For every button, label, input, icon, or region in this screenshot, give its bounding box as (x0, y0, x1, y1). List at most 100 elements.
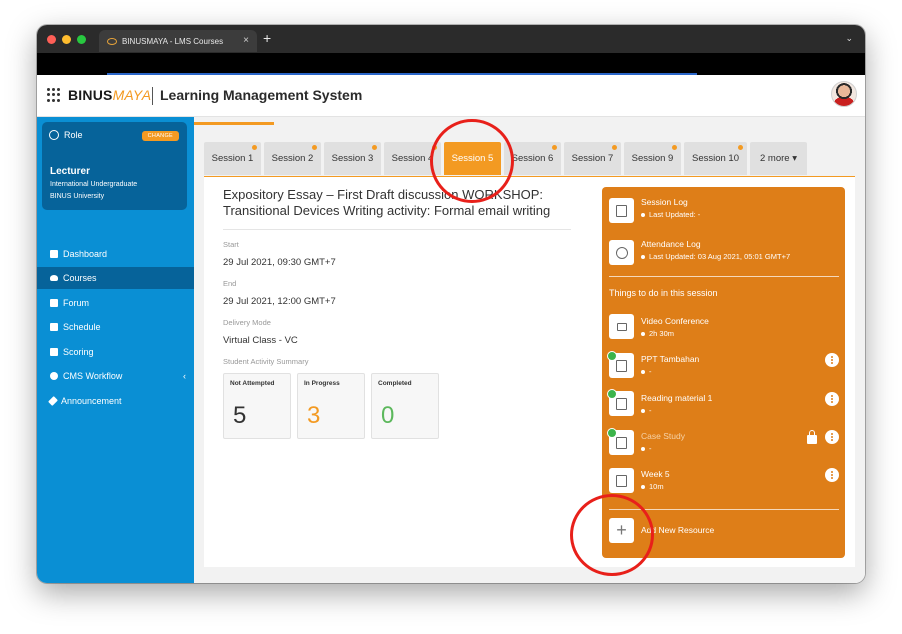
video-camera-icon[interactable] (609, 314, 634, 339)
unread-dot (372, 145, 377, 150)
tab-more-sessions[interactable]: 2 more ▾ (750, 142, 807, 175)
minimize-window-button[interactable] (62, 35, 71, 44)
stat-value: 3 (307, 402, 321, 429)
unread-dot (672, 145, 677, 150)
resource-title[interactable]: Reading material 1 (641, 393, 712, 403)
stat-value: 0 (381, 402, 395, 429)
chevron-left-icon[interactable]: ‹ (183, 371, 186, 381)
session-tabs: Session 1 Session 2 Session 3 Session 4 … (194, 141, 865, 177)
close-window-button[interactable] (47, 35, 56, 44)
more-options-icon[interactable] (825, 468, 839, 482)
delivery-mode-label: Delivery Mode (223, 318, 271, 327)
session-content-card: Expository Essay – First Draft discussio… (204, 177, 855, 567)
role-card: Role CHANGE Lecturer International Under… (42, 122, 187, 210)
annotation-circle-session-5 (430, 119, 514, 203)
tab-session-3[interactable]: Session 3 (324, 142, 381, 175)
unread-dot (552, 145, 557, 150)
more-options-icon[interactable] (825, 392, 839, 406)
resource-duration: - (641, 444, 652, 453)
sidebar-item-label: CMS Workflow (63, 371, 123, 381)
stat-in-progress: In Progress 3 (297, 373, 365, 439)
sidebar-item-label: Forum (63, 298, 90, 308)
tab-session-2[interactable]: Session 2 (264, 142, 321, 175)
page-accent-underline (194, 122, 274, 125)
sidebar-item-dashboard[interactable]: Dashboard (37, 243, 194, 265)
main-area: Session 1 Session 2 Session 3 Session 4 … (194, 117, 865, 583)
browser-titlebar: BINUSMAYA - LMS Courses × + ⌄ (37, 25, 865, 53)
sidebar-item-forum[interactable]: Forum (37, 292, 194, 314)
stat-label: Completed (378, 380, 412, 387)
dashboard-icon (50, 250, 58, 258)
sidebar-item-label: Announcement (61, 396, 122, 406)
stat-label: Not Attempted (230, 380, 275, 387)
tab-label: Session 2 (271, 153, 314, 164)
tab-label: Session 6 (511, 153, 554, 164)
tab-label: Session 7 (571, 153, 614, 164)
more-options-icon[interactable] (825, 353, 839, 367)
attendance-log-title[interactable]: Attendance Log (641, 239, 701, 249)
sidebar-item-cms-workflow[interactable]: CMS Workflow ‹ (37, 365, 194, 387)
app-title: Learning Management System (160, 87, 363, 103)
clipboard-icon[interactable] (609, 198, 634, 223)
browser-tab[interactable]: BINUSMAYA - LMS Courses × (99, 30, 257, 52)
sidebar-item-announcement[interactable]: Announcement (37, 390, 194, 412)
calendar-icon (50, 323, 58, 331)
header-divider (152, 87, 153, 105)
tab-session-10[interactable]: Session 10 (684, 142, 747, 175)
sidebar: Role CHANGE Lecturer International Under… (37, 117, 194, 583)
megaphone-icon (48, 396, 58, 406)
resource-title[interactable]: Week 5 (641, 469, 670, 479)
sidebar-item-schedule[interactable]: Schedule (37, 316, 194, 338)
more-options-icon[interactable] (825, 430, 839, 444)
binus-favicon-icon (107, 37, 117, 45)
clock-icon[interactable] (609, 240, 634, 265)
apps-grid-icon[interactable] (47, 88, 61, 102)
resource-duration: 10m (641, 482, 664, 491)
graduation-cap-icon (50, 275, 58, 281)
completed-check-icon (607, 428, 617, 438)
document-icon[interactable] (607, 428, 634, 455)
document-icon[interactable] (607, 389, 634, 416)
resource-title[interactable]: Video Conference (641, 316, 709, 326)
role-name: Lecturer (50, 166, 91, 177)
end-label: End (223, 279, 237, 288)
attendance-log-updated: Last Updated: 03 Aug 2021, 05:01 GMT+7 (641, 252, 790, 261)
logo-binus: BINUS (68, 87, 113, 103)
tab-session-9[interactable]: Session 9 (624, 142, 681, 175)
resource-title[interactable]: Case Study (641, 431, 685, 441)
browser-window: BINUSMAYA - LMS Courses × + ⌄ BINUSMAYA … (37, 25, 865, 583)
resource-title[interactable]: PPT Tambahan (641, 354, 699, 364)
binusmaya-logo[interactable]: BINUSMAYA (68, 87, 151, 103)
sidebar-item-scoring[interactable]: Scoring (37, 341, 194, 363)
chat-icon (50, 299, 58, 307)
session-log-updated: Last Updated: - (641, 210, 700, 219)
sidebar-item-courses[interactable]: Courses (37, 267, 194, 289)
stat-value: 5 (233, 402, 247, 429)
tab-list-chevron-icon[interactable]: ⌄ (845, 33, 853, 44)
new-tab-button[interactable]: + (263, 30, 271, 46)
tab-session-1[interactable]: Session 1 (204, 142, 261, 175)
completed-check-icon (607, 389, 617, 399)
start-label: Start (223, 240, 239, 249)
user-avatar[interactable] (831, 81, 857, 107)
checkbox-icon (50, 348, 58, 356)
tab-label: 2 more ▾ (760, 153, 797, 164)
role-label: Role (64, 130, 83, 140)
unread-dot (612, 145, 617, 150)
tab-close-icon[interactable]: × (243, 35, 249, 46)
tab-session-7[interactable]: Session 7 (564, 142, 621, 175)
document-icon[interactable] (607, 351, 634, 378)
role-program: International Undergraduate (50, 181, 138, 188)
resource-duration: 2h 30m (641, 329, 674, 338)
change-role-button[interactable]: CHANGE (141, 131, 179, 141)
session-log-title[interactable]: Session Log (641, 197, 688, 207)
maximize-window-button[interactable] (77, 35, 86, 44)
sidebar-item-label: Courses (63, 273, 97, 283)
tab-label: Session 4 (391, 153, 434, 164)
unread-dot (252, 145, 257, 150)
lock-icon (807, 430, 817, 444)
activity-summary-label: Student Activity Summary (223, 357, 309, 366)
document-icon[interactable] (609, 468, 634, 493)
resource-duration: - (641, 406, 652, 415)
role-institution: BINUS University (50, 193, 105, 200)
